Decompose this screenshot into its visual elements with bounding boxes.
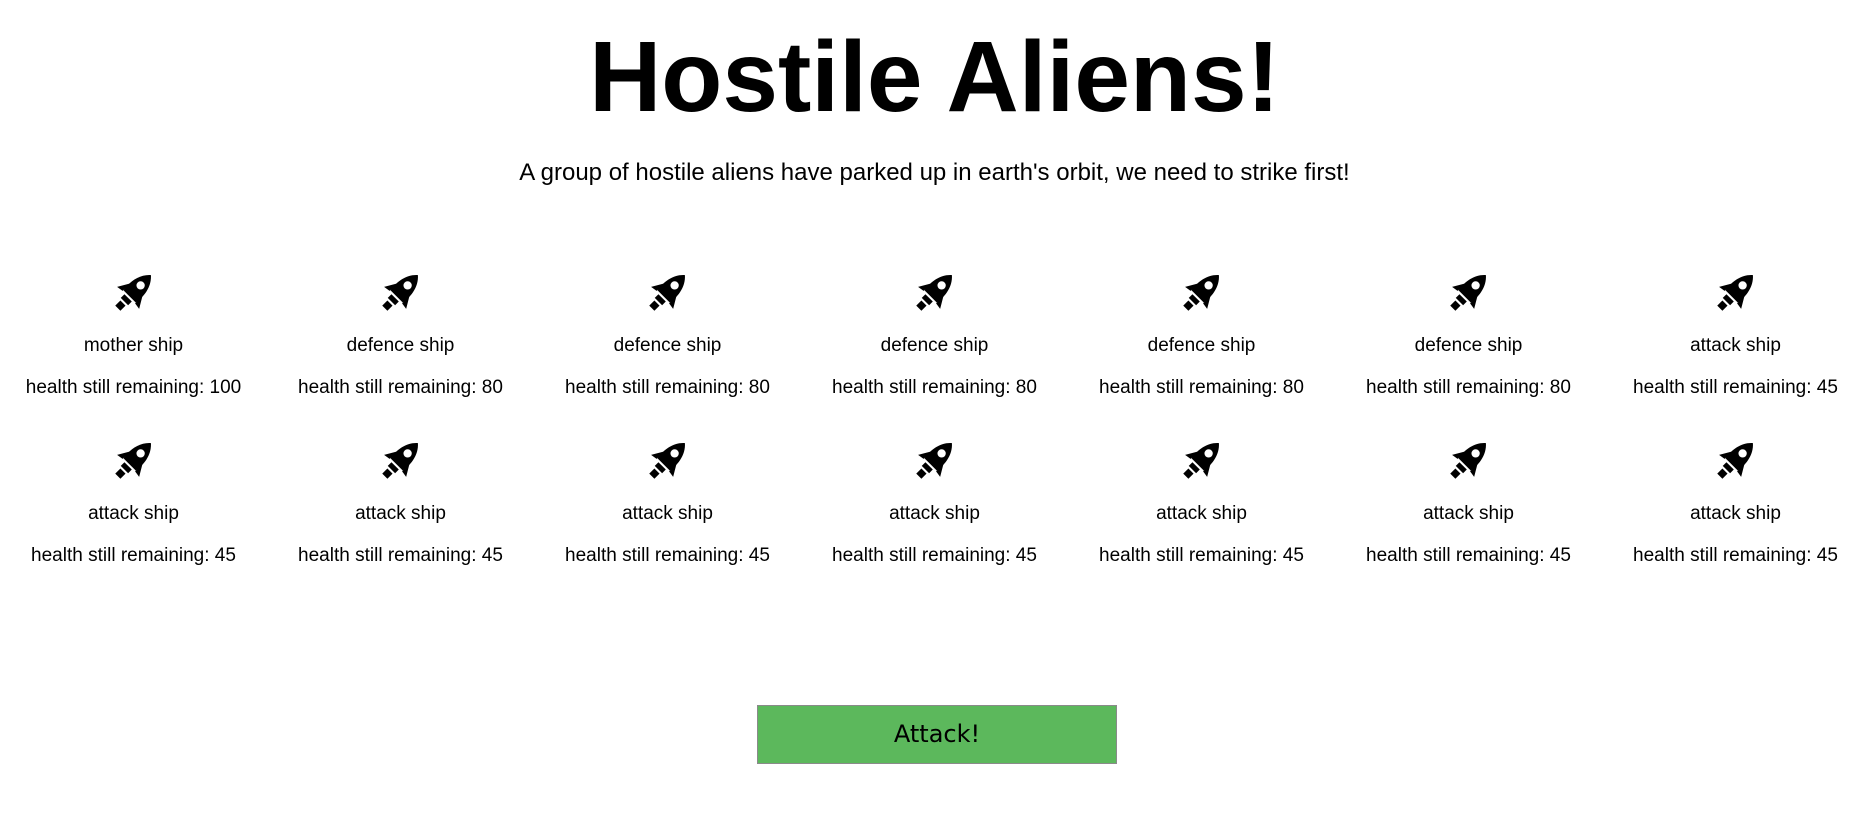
ship-card: attack ship health still remaining: 45 [267, 434, 534, 568]
page-subtitle: A group of hostile aliens have parked up… [519, 159, 1350, 186]
ship-type: attack ship [1423, 503, 1514, 524]
ship-card: attack ship health still remaining: 45 [1602, 434, 1869, 568]
rocket-icon [648, 275, 685, 311]
rocket-icon [648, 443, 685, 479]
ship-health: health still remaining: 45 [565, 545, 770, 566]
ship-health: health still remaining: 80 [832, 377, 1037, 398]
rocket-icon [381, 275, 418, 311]
rocket-icon [1716, 443, 1753, 479]
ship-card: attack ship health still remaining: 45 [0, 434, 267, 568]
ship-health: health still remaining: 45 [1633, 545, 1838, 566]
ship-health: health still remaining: 80 [1099, 377, 1304, 398]
ship-health: health still remaining: 45 [298, 545, 503, 566]
ship-type: attack ship [88, 503, 179, 524]
rocket-icon [915, 443, 952, 479]
ship-type: mother ship [83, 335, 184, 356]
rocket-icon [1182, 275, 1219, 311]
ship-type: attack ship [889, 503, 980, 524]
ship-health: health still remaining: 45 [1366, 545, 1571, 566]
rocket-icon [114, 443, 151, 479]
ship-card: attack ship health still remaining: 45 [534, 434, 801, 568]
ship-health: health still remaining: 45 [31, 545, 236, 566]
rocket-icon [1449, 275, 1486, 311]
ship-type: attack ship [355, 503, 446, 524]
ship-card: attack ship health still remaining: 45 [1335, 434, 1602, 568]
rocket-icon [114, 275, 151, 311]
ship-card: defence ship health still remaining: 80 [267, 266, 534, 400]
ship-card: attack ship health still remaining: 45 [801, 434, 1068, 568]
rocket-icon [1716, 275, 1753, 311]
ship-card: defence ship health still remaining: 80 [534, 266, 801, 400]
ship-type: defence ship [1414, 335, 1523, 356]
ship-health: health still remaining: 80 [565, 377, 770, 398]
ship-card: mother ship health still remaining: 100 [0, 266, 267, 400]
ship-type: defence ship [880, 335, 989, 356]
rocket-icon [1182, 443, 1219, 479]
ship-type: attack ship [1690, 503, 1781, 524]
rocket-icon [381, 443, 418, 479]
page-title: Hostile Aliens! [589, 21, 1280, 133]
ship-card: defence ship health still remaining: 80 [1335, 266, 1602, 400]
ship-card: defence ship health still remaining: 80 [801, 266, 1068, 400]
ship-health: health still remaining: 45 [832, 545, 1037, 566]
ship-type: attack ship [1690, 335, 1781, 356]
ship-health: health still remaining: 80 [298, 377, 503, 398]
ship-health: health still remaining: 45 [1099, 545, 1304, 566]
ship-grid: mother ship health still remaining: 100 … [0, 266, 1869, 568]
ship-type: defence ship [1147, 335, 1256, 356]
ship-type: defence ship [346, 335, 455, 356]
ship-card: defence ship health still remaining: 80 [1068, 266, 1335, 400]
ship-health: health still remaining: 45 [1633, 377, 1838, 398]
ship-health: health still remaining: 80 [1366, 377, 1571, 398]
ship-health: health still remaining: 100 [25, 377, 242, 398]
attack-button[interactable]: Attack! [757, 705, 1117, 764]
rocket-icon [1449, 443, 1486, 479]
ship-card: attack ship health still remaining: 45 [1068, 434, 1335, 568]
ship-card: attack ship health still remaining: 45 [1602, 266, 1869, 400]
rocket-icon [915, 275, 952, 311]
ship-type: attack ship [622, 503, 713, 524]
ship-type: defence ship [613, 335, 722, 356]
ship-type: attack ship [1156, 503, 1247, 524]
